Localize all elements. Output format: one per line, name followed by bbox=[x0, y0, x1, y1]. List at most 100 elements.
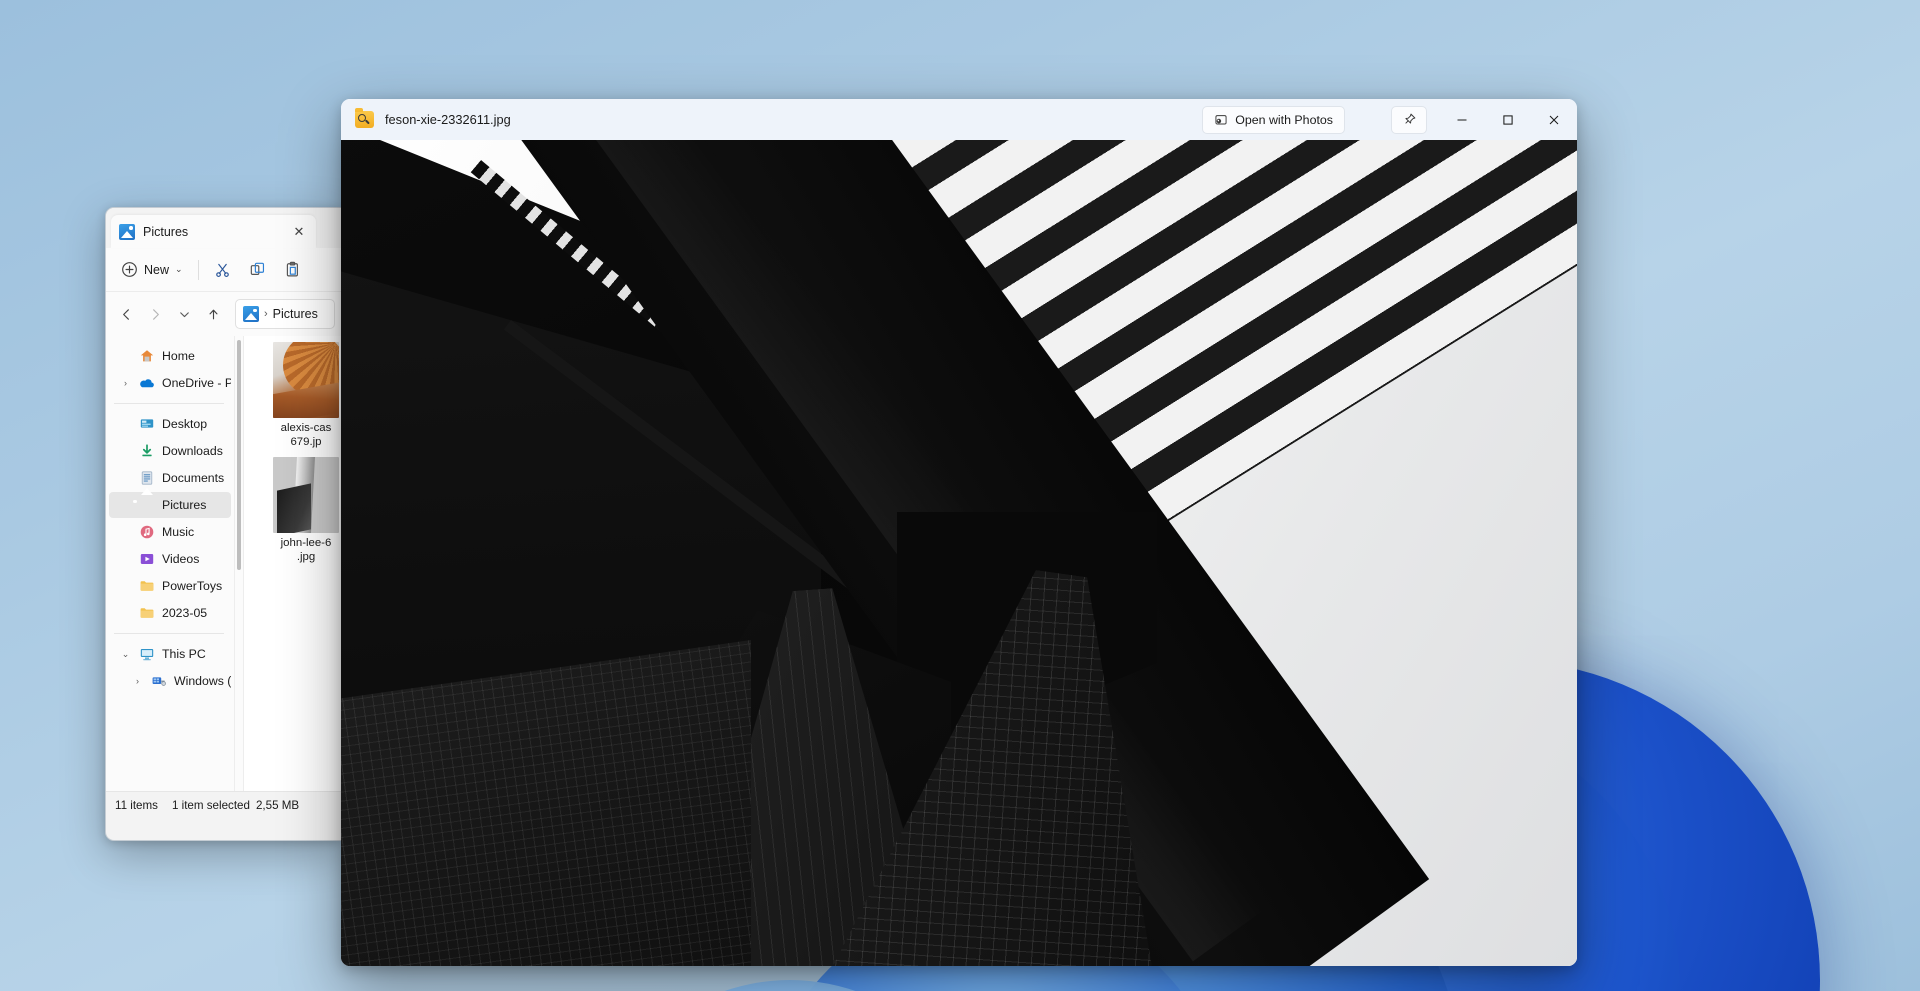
desktop-icon bbox=[139, 416, 155, 432]
sidebar-item-home[interactable]: Home bbox=[109, 343, 231, 369]
recent-locations-button[interactable] bbox=[170, 300, 198, 328]
sidebar-label: Documents bbox=[162, 471, 225, 485]
maximize-button[interactable] bbox=[1485, 99, 1531, 140]
new-button-label: New bbox=[144, 262, 170, 277]
drive-icon bbox=[151, 673, 167, 689]
sidebar-label: Desktop bbox=[162, 417, 208, 431]
toolbar-divider bbox=[197, 259, 199, 280]
breadcrumb-separator: › bbox=[264, 308, 268, 320]
sidebar-label: Pictures bbox=[162, 498, 207, 512]
sidebar-label: PowerToys bbox=[162, 579, 223, 593]
breadcrumb[interactable]: Pictures bbox=[273, 307, 318, 321]
sidebar-item-windows-c[interactable]: › Windows (C:) bbox=[109, 668, 231, 694]
copy-button[interactable] bbox=[241, 255, 274, 285]
up-button[interactable] bbox=[199, 300, 227, 328]
pictures-icon bbox=[119, 223, 135, 240]
photo-canvas[interactable] bbox=[341, 140, 1577, 966]
selection-size: 2,55 MB bbox=[255, 799, 300, 812]
sidebar-label: Music bbox=[162, 525, 195, 539]
file-name: john-lee-6 .jpg bbox=[280, 537, 332, 563]
scrollbar-thumb[interactable] bbox=[237, 340, 241, 570]
sidebar-item-downloads[interactable]: Downloads 📌 bbox=[109, 438, 328, 464]
chevron-down-icon bbox=[179, 311, 189, 317]
minimize-icon bbox=[1457, 118, 1467, 121]
pin-icon bbox=[1404, 113, 1415, 124]
sidebar-item-powertoys[interactable]: PowerToys 📌 bbox=[109, 573, 328, 599]
explorer-toolbar: New ⌄ bbox=[106, 248, 341, 292]
photo-viewer-titlebar: feson-xie-2332611.jpg Open with Photos bbox=[341, 99, 1577, 140]
explorer-tab-pictures[interactable]: Pictures ✕ bbox=[111, 215, 316, 248]
sidebar-label: Windows (C:) bbox=[174, 674, 231, 688]
copy-icon bbox=[250, 262, 264, 275]
back-button[interactable] bbox=[112, 300, 140, 328]
address-bar[interactable]: › Pictures bbox=[235, 299, 335, 329]
sidebar-item-2023-05[interactable]: 2023-05 bbox=[109, 600, 231, 626]
documents-icon bbox=[139, 470, 155, 486]
sidebar-label: 2023-05 bbox=[162, 606, 208, 620]
minimize-button[interactable] bbox=[1439, 99, 1485, 140]
sidebar-label: Home bbox=[162, 349, 195, 363]
navigation-pane: Home › OneDrive - Pers bbox=[106, 336, 328, 791]
pictures-icon bbox=[139, 497, 155, 513]
file-item[interactable]: alexis-cas 679.jp bbox=[248, 342, 341, 449]
file-explorer-window[interactable]: Pictures ✕ New ⌄ › Pictures Home › OneDr… bbox=[105, 207, 341, 841]
file-thumbnail bbox=[273, 457, 339, 533]
expand-chevron-icon[interactable]: › bbox=[131, 676, 144, 686]
maximize-icon bbox=[1503, 114, 1513, 125]
pin-button[interactable] bbox=[1391, 105, 1427, 134]
music-icon bbox=[139, 524, 155, 540]
sidebar-item-videos[interactable]: Videos 📌 bbox=[109, 546, 328, 572]
open-with-photos-label: Open with Photos bbox=[1235, 112, 1333, 127]
paste-button[interactable] bbox=[276, 255, 309, 285]
sidebar-item-pictures[interactable]: Pictures 📌 bbox=[109, 492, 328, 518]
explorer-titlebar: Pictures ✕ bbox=[106, 208, 341, 248]
file-pane-scrollbar[interactable] bbox=[235, 336, 244, 791]
plus-circle-icon bbox=[122, 262, 137, 277]
videos-icon bbox=[139, 551, 155, 567]
scissors-icon bbox=[215, 263, 229, 277]
photos-app-icon bbox=[1215, 114, 1227, 125]
sidebar-divider bbox=[114, 633, 224, 634]
new-button[interactable]: New ⌄ bbox=[113, 255, 191, 285]
onedrive-icon bbox=[139, 375, 155, 391]
explorer-body: Home › OneDrive - Pers bbox=[106, 336, 341, 791]
file-item[interactable]: john-lee-6 .jpg bbox=[248, 457, 341, 564]
explorer-statusbar: 11 items 1 item selected 2,55 MB bbox=[106, 791, 341, 819]
forward-button[interactable] bbox=[141, 300, 169, 328]
downloads-icon bbox=[139, 443, 155, 459]
selection-count: 1 item selected bbox=[171, 799, 250, 812]
thispc-icon bbox=[139, 646, 155, 662]
close-button[interactable] bbox=[1531, 99, 1577, 140]
pictures-icon bbox=[243, 306, 259, 322]
item-count: 11 items bbox=[115, 799, 158, 812]
photo-viewer-window[interactable]: feson-xie-2332611.jpg Open with Photos bbox=[341, 99, 1577, 966]
sidebar-label: OneDrive - Pers bbox=[162, 376, 231, 390]
expand-chevron-icon[interactable]: › bbox=[119, 378, 132, 388]
window-caption-buttons bbox=[1439, 99, 1577, 140]
sidebar-label: Videos bbox=[162, 552, 200, 566]
open-with-photos-button[interactable]: Open with Photos bbox=[1202, 105, 1345, 134]
sidebar-label: This PC bbox=[162, 647, 206, 661]
photo-filename: feson-xie-2332611.jpg bbox=[385, 112, 511, 127]
paste-icon bbox=[286, 261, 298, 277]
folder-icon bbox=[139, 605, 155, 621]
collapse-chevron-icon[interactable]: ⌄ bbox=[119, 649, 132, 660]
chevron-down-icon: ⌄ bbox=[175, 264, 183, 274]
sidebar-item-desktop[interactable]: Desktop 📌 bbox=[109, 411, 328, 437]
file-list-pane[interactable]: alexis-cas 679.jp john-lee-6 .jpg bbox=[234, 336, 341, 791]
sidebar-item-onedrive[interactable]: › OneDrive - Pers bbox=[109, 370, 231, 396]
folder-icon bbox=[139, 578, 155, 594]
sidebar-divider bbox=[114, 403, 224, 404]
arrow-right-icon bbox=[152, 308, 159, 320]
file-name: alexis-cas 679.jp bbox=[280, 422, 332, 448]
sidebar-label: Downloads bbox=[162, 444, 223, 458]
close-tab-icon[interactable]: ✕ bbox=[290, 223, 308, 241]
home-icon bbox=[139, 348, 155, 364]
titlebar-controls: Open with Photos bbox=[1202, 99, 1577, 140]
arrow-left-icon bbox=[122, 308, 129, 320]
sidebar-item-music[interactable]: Music 📌 bbox=[109, 519, 328, 545]
sidebar-item-documents[interactable]: Documents 📌 bbox=[109, 465, 328, 491]
photo-viewer-icon bbox=[355, 108, 374, 128]
cut-button[interactable] bbox=[206, 255, 239, 285]
sidebar-item-this-pc[interactable]: ⌄ This PC bbox=[109, 641, 231, 667]
